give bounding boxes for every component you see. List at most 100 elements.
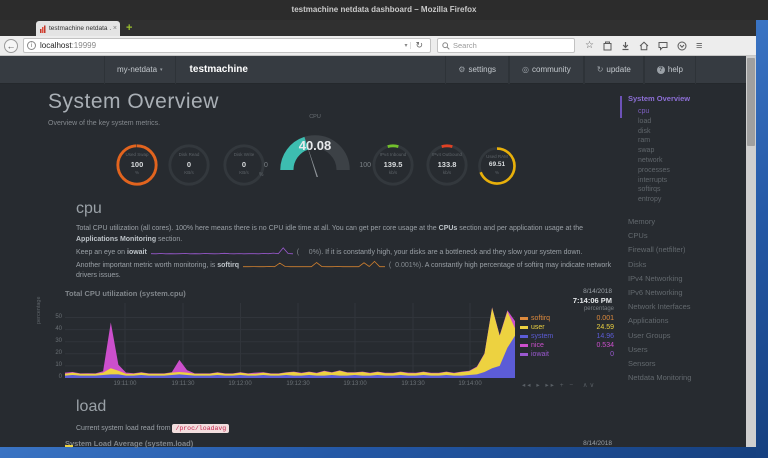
url-dropdown-icon[interactable]: ▾ [401,42,411,49]
new-tab-button[interactable]: + [126,22,132,35]
sidebar-item-sensors[interactable]: Sensors [628,357,746,371]
sidebar-item-user-groups[interactable]: User Groups [628,329,746,343]
chat-icon[interactable] [658,41,668,51]
hostname-brand[interactable]: testmachine [176,56,260,84]
sidebar-item-swap[interactable]: swap [638,146,746,156]
bookmark-star-icon[interactable]: ☆ [585,41,594,51]
section-heading-cpu: cpu [76,200,102,218]
chart-toolbar[interactable]: ◂◂ ▸ ▸▸ + − ∧∨ [522,381,596,389]
gauge-used-ram[interactable]: Used RAM 69.51 % [476,145,518,187]
load-chart-date: 8/14/2018 [520,440,612,447]
gauge-used-swap[interactable]: Used Swap 100 % [114,142,160,188]
scrollbar-thumb[interactable] [747,58,755,146]
gauge-value: 69.51 [476,161,518,168]
legend-swatch [520,326,528,329]
url-field[interactable]: i localhost:19999 ▾ ↻ [23,38,431,53]
sidebar-item-netdata-monitoring[interactable]: Netdata Monitoring [628,371,746,385]
gauge-value: 40.08 [271,138,359,153]
code-chip: /proc/loadavg [172,424,229,433]
x-tick: 19:13:00 [335,381,375,387]
dashboard-content: System Overview Overview of the key syst… [0,84,746,447]
gauge-cpu[interactable]: CPU 40.08 0 100 % [271,126,359,188]
desktop-screen: testmachine netdata dashboard – Mozilla … [0,0,768,458]
my-netdata-menu[interactable]: my-netdata▾ [104,56,176,84]
iowait-sparkline[interactable] [151,246,293,255]
settings-button[interactable]: ⚙ settings [445,56,509,84]
reload-button[interactable]: ↻ [411,40,427,51]
site-info-icon[interactable]: i [27,41,36,50]
legend-row[interactable]: user 24.59 [520,323,614,332]
downloads-icon[interactable] [621,41,630,51]
browser-tab[interactable]: testmachine netdata ... × [36,21,120,36]
library-icon[interactable] [603,41,612,51]
gauge-disk-read[interactable]: Disk Read 0 KB/s [166,142,212,188]
sidebar-item-disk[interactable]: disk [638,127,746,137]
desktop-wallpaper-right [756,20,768,458]
url-text[interactable]: localhost:19999 [40,41,401,50]
tab-close-icon[interactable]: × [113,25,117,32]
back-button[interactable]: ← [4,39,18,53]
cpu-chart-plot[interactable] [65,303,515,378]
section-heading-load: load [76,398,106,416]
window-titlebar[interactable]: testmachine netdata dashboard – Mozilla … [0,0,768,20]
gauge-value: 0 [166,160,212,169]
netdata-favicon [39,25,47,33]
legend-resize-handle[interactable]: ∧∨ [583,382,597,389]
sidebar-item-interrupts[interactable]: interrupts [638,176,746,186]
help-button[interactable]: ? help [644,56,696,84]
sidebar-item-cpu[interactable]: cpu [638,107,746,117]
community-button[interactable]: ◎ community [509,56,584,84]
sidebar-item-applications[interactable]: Applications [628,314,746,328]
pocket-icon[interactable] [677,41,687,51]
x-tick: 19:11:00 [105,381,145,387]
sidebar-item-network-interfaces[interactable]: Network Interfaces [628,300,746,314]
sidebar-item-ram[interactable]: ram [638,136,746,146]
menu-icon[interactable]: ≡ [696,41,702,51]
sidebar-item-ipv4-networking[interactable]: IPv4 Networking [628,272,746,286]
sidebar-item-memory[interactable]: Memory [628,215,746,229]
gauge-label: Used Swap [114,152,160,157]
sidebar-item-cpus[interactable]: CPUs [628,229,746,243]
sidebar-item-system-overview[interactable]: System Overview [628,94,746,103]
gauge-unit: kb/s [424,170,470,175]
update-button[interactable]: ↻ update [584,56,644,84]
legend-row[interactable]: system 14.96 [520,332,614,341]
gauge-min: 0 [264,162,268,169]
page-scrollbar[interactable] [746,56,756,447]
sidebar-item-ipv6-networking[interactable]: IPv6 Networking [628,286,746,300]
gauge-unit: kb/s [370,170,416,175]
gauge-disk-write[interactable]: Disk Write 0 KB/s [221,142,267,188]
load-chart-title: System Load Average (system.load) [65,439,193,448]
search-field[interactable]: Search [437,38,575,53]
sidebar-item-users[interactable]: Users [628,343,746,357]
softirq-sparkline[interactable] [243,259,385,268]
legend-row[interactable]: nice 0.534 [520,341,614,350]
sidebar-item-load[interactable]: load [638,117,746,127]
cpu-description: Total CPU utilization (all cores). 100% … [76,224,620,282]
legend-row[interactable]: softirq 0.001 [520,314,614,323]
chart-time: 7:14:06 PM [520,296,612,305]
legend-swatch [520,344,528,347]
gauge-ipv4-inbound[interactable]: IPv4 Inbound 139.5 kb/s [370,142,416,188]
legend-row[interactable]: iowait 0 [520,350,614,359]
y-tick: 10 [44,362,62,368]
cpu-chart-legend: percentage softirq 0.001 user 24.59 syst… [520,306,614,359]
sidebar-item-network[interactable]: network [638,156,746,166]
tab-strip: testmachine netdata ... × + [0,20,756,36]
browser-toolbar: ← i localhost:19999 ▾ ↻ Search ☆ [0,36,756,56]
gauge-ipv4-outbound[interactable]: IPv4 Outbound 133.8 kb/s [424,142,470,188]
x-tick: 19:12:00 [220,381,260,387]
gauge-label: CPU [271,114,359,120]
y-tick: 30 [44,338,62,344]
sidebar-item-softirqs[interactable]: softirqs [638,185,746,195]
sidebar-item-processes[interactable]: processes [638,166,746,176]
x-tick: 19:14:00 [450,381,490,387]
y-tick: 0 [44,374,62,380]
y-tick: 50 [44,314,62,320]
sidebar-item-firewall[interactable]: Firewall (netfilter) [628,243,746,257]
sidebar-item-disks[interactable]: Disks [628,258,746,272]
sidebar-item-entropy[interactable]: entropy [638,195,746,205]
legend-swatch [520,317,528,320]
gauge-label: Disk Write [221,152,267,157]
home-icon[interactable] [639,41,649,51]
